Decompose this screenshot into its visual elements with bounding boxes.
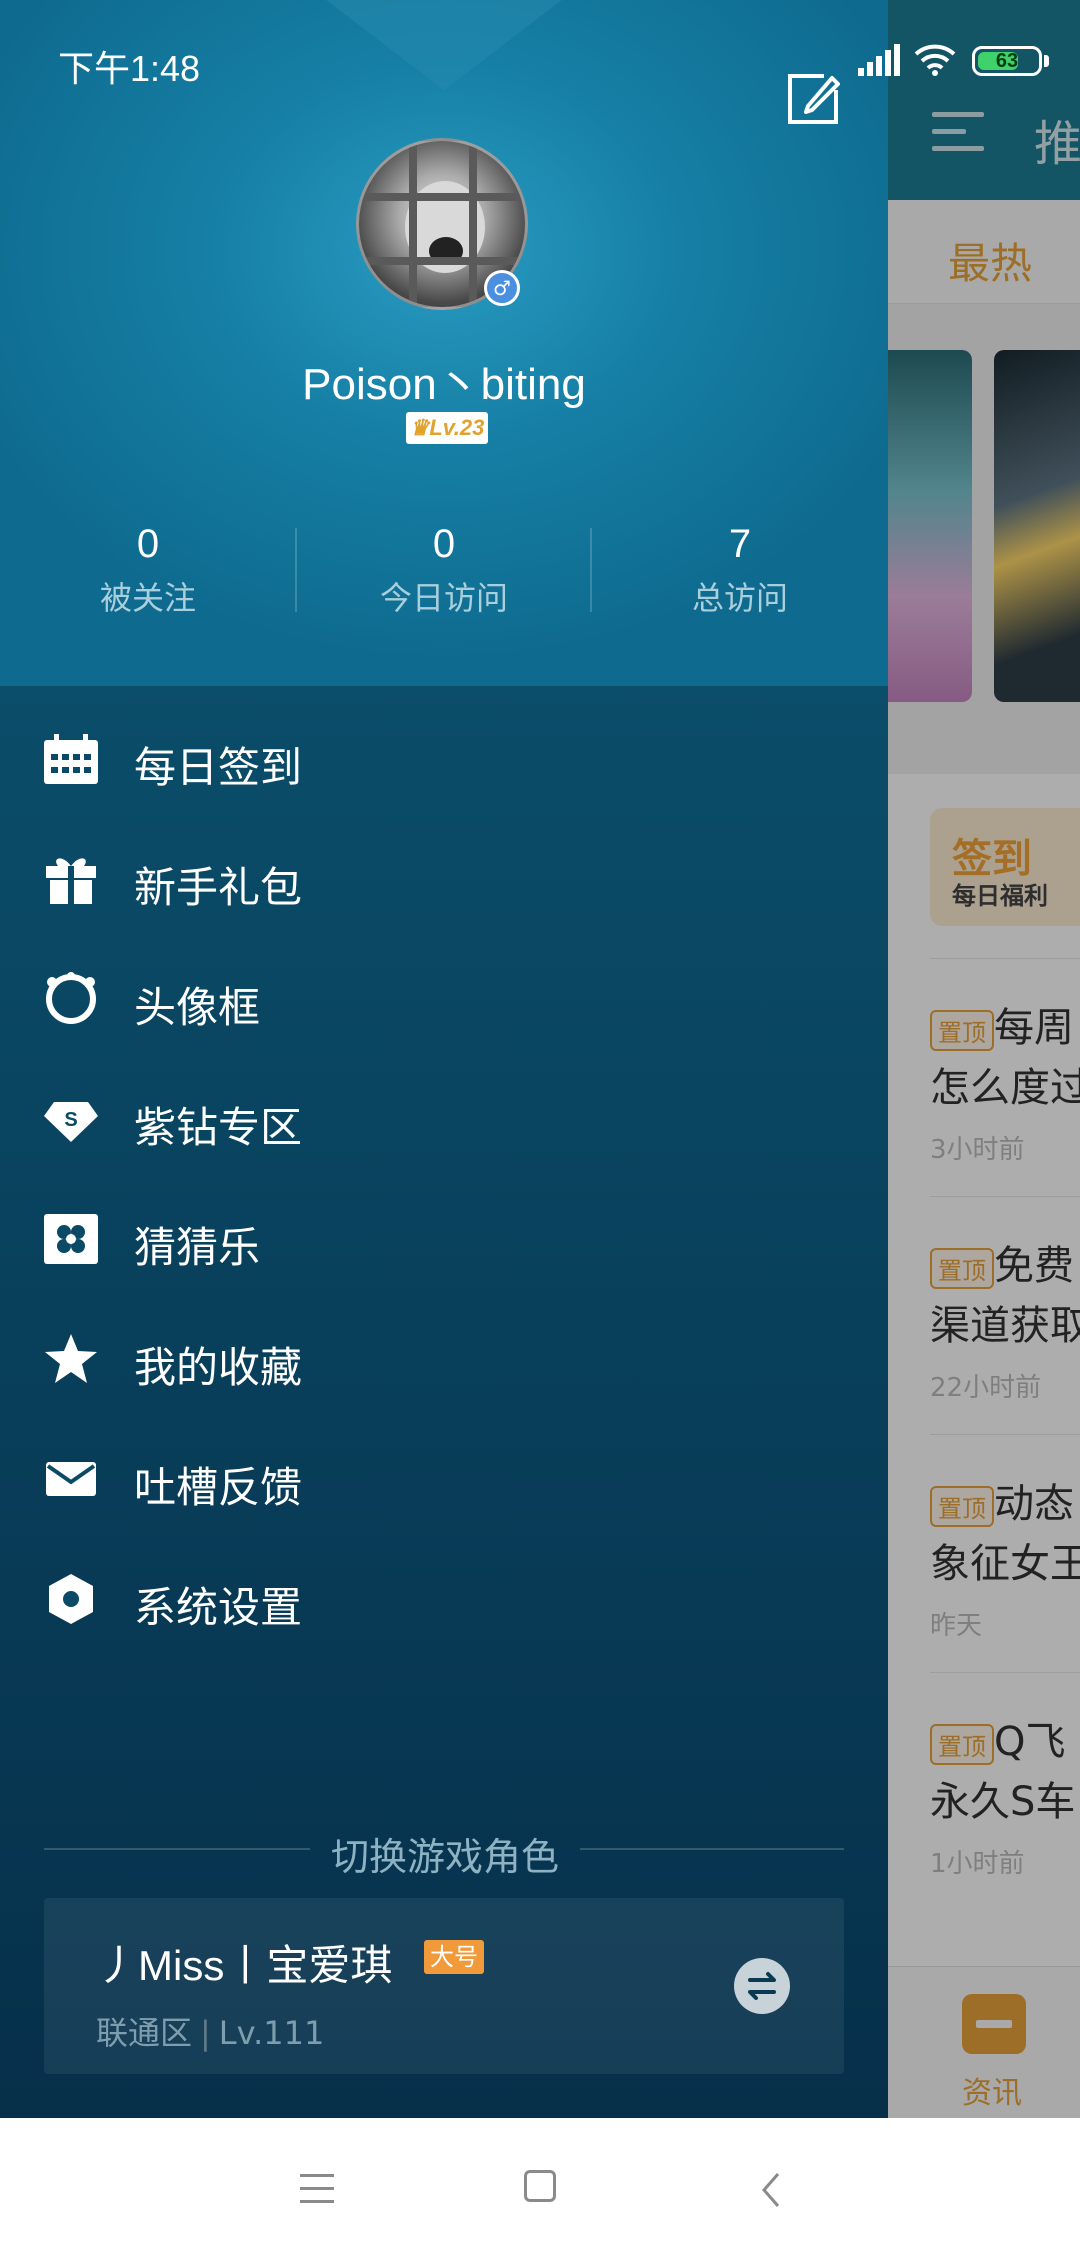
divider: [44, 1848, 310, 1850]
menu-label: 头像框: [134, 983, 261, 1032]
role-server: 联通区: [96, 2014, 193, 2052]
stat-label: 总访问: [691, 579, 788, 617]
status-time: 下午1:48: [58, 48, 201, 89]
gender-male-icon: ♂: [484, 270, 520, 306]
battery-icon: 63: [972, 46, 1042, 76]
crown-icon: ♛: [409, 415, 430, 440]
stat-today-visits[interactable]: 0 今日访问: [296, 522, 592, 619]
menu-item-feedback[interactable]: 吐槽反馈: [0, 1424, 888, 1534]
menu-label: 我的收藏: [134, 1343, 303, 1392]
menu-item-daily-checkin[interactable]: 每日签到: [0, 704, 888, 814]
switch-role-icon[interactable]: [734, 1958, 790, 2014]
menu-label: 紫钻专区: [134, 1103, 303, 1152]
menu-item-avatar-frame[interactable]: 头像框: [0, 944, 888, 1054]
battery-level: 63: [995, 50, 1019, 72]
stat-total-visits[interactable]: 7 总访问: [592, 522, 888, 619]
star-icon: [42, 1332, 100, 1386]
menu-label: 吐槽反馈: [134, 1463, 303, 1512]
stat-label: 今日访问: [379, 579, 508, 617]
stat-value: 0: [432, 522, 456, 566]
divider: [580, 1848, 844, 1850]
role-main-badge: 大号: [424, 1940, 484, 1974]
menu-item-favorites[interactable]: 我的收藏: [0, 1304, 888, 1414]
stat-label: 被关注: [99, 579, 196, 617]
wifi-icon: [914, 42, 956, 76]
signal-icon: [858, 44, 902, 76]
avatar-frame-icon: [42, 972, 100, 1026]
clover-icon: [42, 1212, 100, 1266]
role-level: Lv.111: [218, 2014, 325, 2052]
svg-text:S: S: [64, 1109, 77, 1131]
game-role-card[interactable]: 丿Miss丨宝爱琪 大号 联通区 | Lv.111: [44, 1898, 844, 2074]
header-decoration: [300, 0, 588, 90]
battery-cap: [1044, 55, 1049, 67]
username: Poison丶biting: [302, 360, 586, 409]
stat-followers[interactable]: 0 被关注: [0, 522, 296, 619]
menu-label: 新手礼包: [134, 863, 303, 912]
recent-apps-icon[interactable]: [300, 2174, 334, 2204]
diamond-icon: S: [42, 1092, 100, 1146]
menu-item-purple-diamond[interactable]: S 紫钻专区: [0, 1064, 888, 1174]
side-drawer: 下午1:48 ♂ Poison丶biting ♛Lv.23 0 被关注 0 今日…: [0, 0, 888, 2118]
menu-label: 系统设置: [134, 1583, 303, 1632]
menu-item-guess-game[interactable]: 猜猜乐: [0, 1184, 888, 1294]
level-badge: ♛Lv.23: [406, 412, 488, 444]
mail-icon: [42, 1452, 100, 1506]
stat-value: 7: [728, 522, 752, 566]
home-icon[interactable]: [524, 2170, 556, 2202]
role-server-info: 联通区 | Lv.111: [96, 2014, 325, 2052]
menu-label: 每日签到: [134, 743, 303, 792]
switch-role-title: 切换游戏角色: [330, 1835, 559, 1879]
menu-item-settings[interactable]: 系统设置: [0, 1544, 888, 1654]
calendar-icon: [42, 732, 100, 786]
role-name: 丿Miss丨宝爱琪: [96, 1942, 393, 1989]
settings-icon: [42, 1572, 100, 1626]
back-icon[interactable]: [752, 2170, 792, 2210]
menu-item-starter-pack[interactable]: 新手礼包: [0, 824, 888, 934]
stat-value: 0: [136, 522, 160, 566]
level-text: Lv.23: [429, 415, 485, 440]
menu-label: 猜猜乐: [134, 1223, 261, 1272]
gift-icon: [42, 852, 100, 906]
edit-icon[interactable]: [784, 70, 842, 128]
